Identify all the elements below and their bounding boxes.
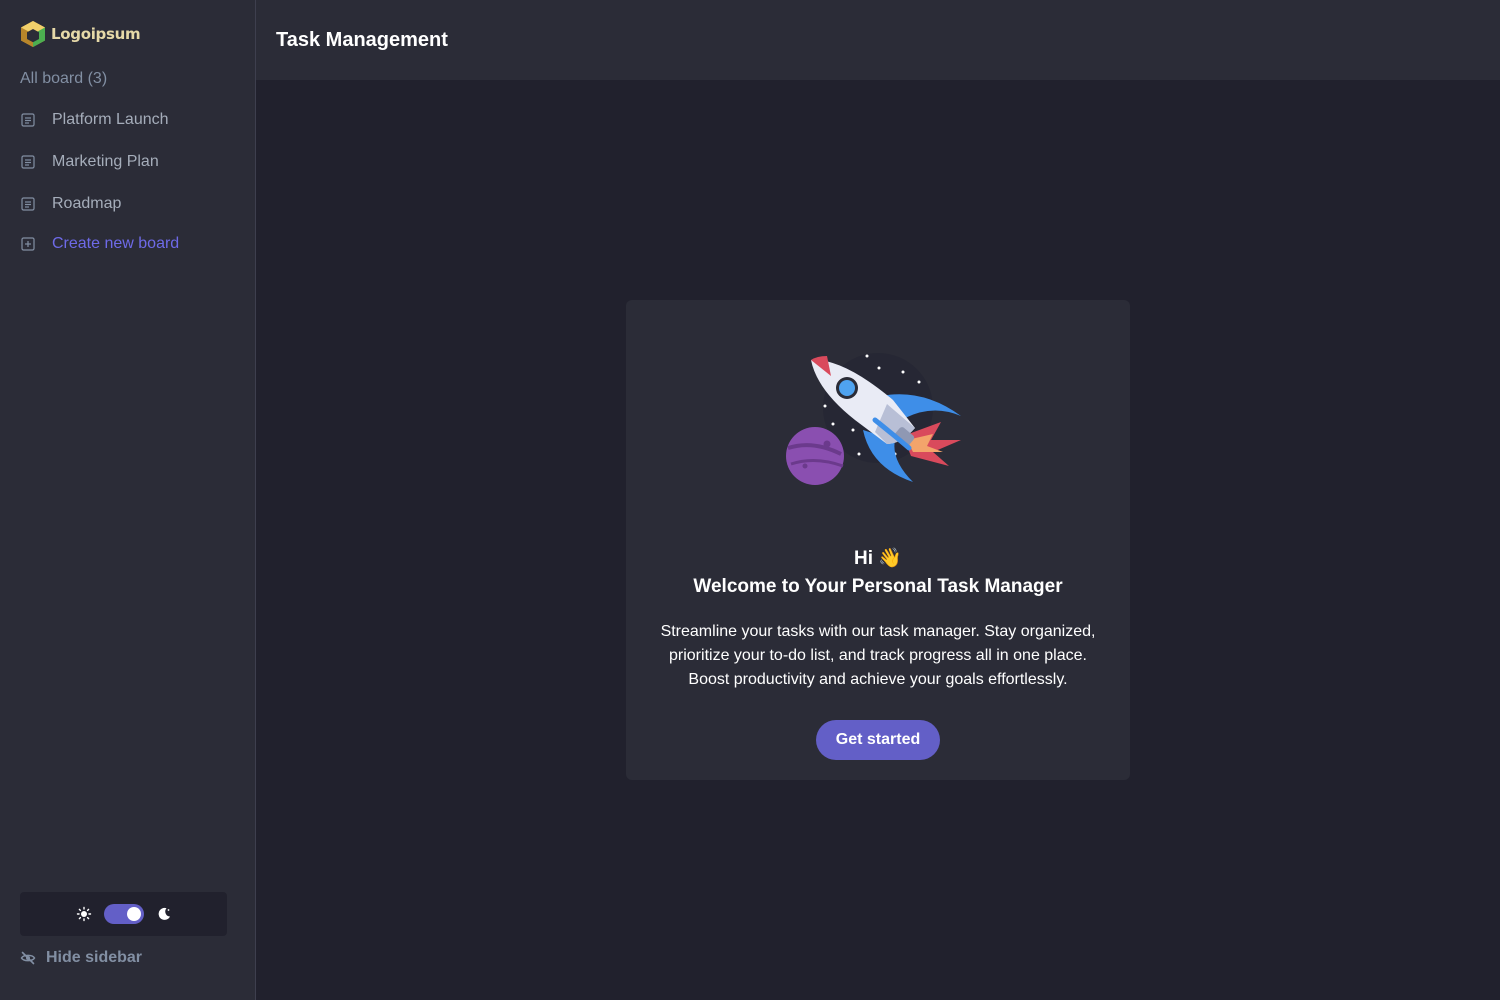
app-root: Logoipsum All board (3) Platform Launch … — [0, 0, 1500, 1000]
welcome-title: Welcome to Your Personal Task Manager — [693, 576, 1063, 597]
board-icon — [20, 112, 36, 128]
create-board-label: Create new board — [52, 235, 180, 252]
board-count-label: All board (3) — [20, 70, 108, 87]
add-board-icon — [20, 236, 36, 252]
create-new-board-button[interactable]: Create new board — [20, 228, 240, 260]
sidebar-item-label: Roadmap — [52, 195, 122, 212]
logo-icon — [21, 21, 45, 47]
logo[interactable]: Logoipsum — [20, 20, 141, 48]
logo-text: Logoipsum — [51, 25, 141, 43]
board-icon — [20, 154, 36, 170]
welcome-description: Streamline your tasks with our task mana… — [660, 623, 1096, 688]
hide-sidebar-button[interactable]: Hide sidebar — [20, 949, 142, 967]
board-icon — [20, 196, 36, 212]
eye-slash-icon — [20, 951, 36, 965]
get-started-button[interactable]: Get started — [815, 720, 941, 760]
sidebar: Logoipsum All board (3) Platform Launch … — [0, 0, 256, 1000]
board-list: Platform Launch Marketing Plan Roadmap C… — [20, 104, 240, 270]
moon-icon — [156, 906, 172, 922]
sidebar-item-platform-launch[interactable]: Platform Launch — [20, 104, 240, 136]
sidebar-item-marketing-plan[interactable]: Marketing Plan — [20, 146, 240, 178]
rocket-illustration — [786, 353, 961, 485]
greeting-text: Hi 👋 — [854, 548, 902, 569]
main-content: Task Management Hi 👋 Welcome to Your Per… — [256, 0, 1500, 1000]
sun-icon — [76, 906, 92, 922]
theme-switch[interactable] — [103, 904, 144, 924]
welcome-card: Hi 👋 Welcome to Your Personal Task Manag… — [626, 300, 1130, 780]
sidebar-item-label: Platform Launch — [52, 111, 169, 128]
theme-switch-knob — [126, 907, 141, 921]
theme-toggle-panel — [20, 892, 227, 936]
sidebar-item-label: Marketing Plan — [52, 153, 159, 170]
sidebar-item-roadmap[interactable]: Roadmap — [20, 188, 240, 220]
hide-sidebar-label: Hide sidebar — [46, 949, 143, 966]
top-header: Task Management — [256, 0, 1500, 80]
page-title: Task Management — [276, 28, 448, 51]
